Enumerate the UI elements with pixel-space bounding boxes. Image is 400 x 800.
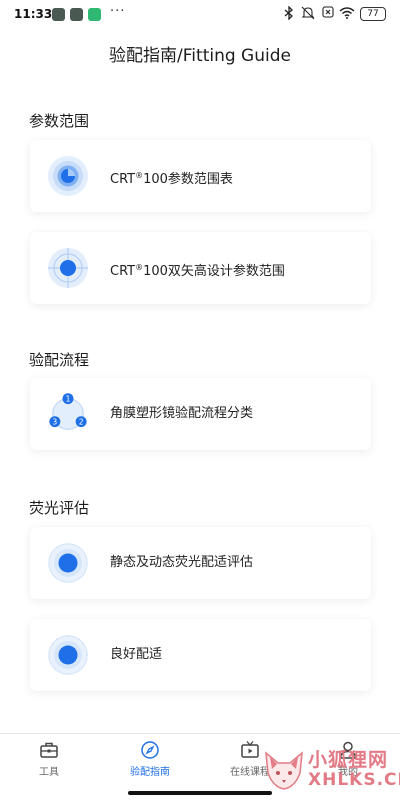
card-label: 良好配适	[110, 647, 163, 662]
step-2-label: 2	[79, 417, 84, 426]
toolbox-icon	[40, 742, 58, 758]
crt100-dual-sag-parameter-card[interactable]: CRT®100双矢高设计参数范围	[30, 232, 371, 304]
card-label: 角膜塑形镜验配流程分类	[110, 406, 254, 421]
section-title-fitting-process: 验配流程	[29, 351, 90, 369]
page-title: 验配指南/Fitting Guide	[109, 46, 291, 66]
crt100-parameter-table-card[interactable]: CRT®100参数范围表	[30, 140, 371, 212]
crosshair-circle-icon	[48, 248, 88, 288]
nav-label: 验配指南	[130, 767, 170, 778]
bluetooth-icon	[284, 6, 293, 20]
sim-icon	[322, 6, 334, 18]
watermark-title: 小狐狸网	[308, 749, 389, 771]
status-bar: 11:33 ··· 77	[0, 0, 400, 30]
card-label: CRT®100参数范围表	[110, 171, 233, 187]
fluorescein-icon	[48, 543, 88, 583]
section-title-fluorescein-evaluation: 荧光评估	[29, 499, 90, 517]
watermark: 小狐狸网 XHLKS.CN	[262, 745, 400, 795]
watermark-subtitle: XHLKS.CN	[308, 770, 400, 790]
good-fit-card[interactable]: 良好配适	[30, 619, 371, 691]
tv-play-icon	[241, 741, 259, 758]
section-title-parameter-range: 参数范围	[29, 112, 90, 130]
app-notification-icon	[88, 8, 101, 21]
card-label: 静态及动态荧光配适评估	[110, 555, 254, 570]
process-cycle-icon: 1 2 3	[49, 393, 87, 430]
compass-icon	[141, 741, 159, 759]
battery-icon: 77	[360, 7, 386, 21]
step-1-label: 1	[66, 394, 71, 403]
app-notification-icon	[70, 8, 83, 21]
status-time: 11:33	[14, 7, 53, 21]
wifi-icon	[339, 7, 355, 19]
app-notification-icon	[52, 8, 65, 21]
fluorescein-icon	[48, 635, 88, 675]
mute-icon	[301, 6, 315, 20]
step-3-label: 3	[52, 417, 57, 426]
home-indicator	[128, 791, 272, 795]
static-dynamic-fluorescein-card[interactable]: 静态及动态荧光配适评估	[30, 527, 371, 599]
fox-logo-icon	[265, 751, 303, 790]
card-label: CRT®100双矢高设计参数范围	[110, 263, 285, 279]
concentric-circle-icon	[48, 156, 88, 196]
nav-item-tools[interactable]: 工具	[9, 740, 89, 778]
more-notifications-indicator: ···	[110, 4, 126, 19]
fitting-process-classification-card[interactable]: 1 2 3 角膜塑形镜验配流程分类	[30, 378, 371, 450]
nav-label: 工具	[39, 767, 59, 778]
nav-item-fitting-guide[interactable]: 验配指南	[110, 740, 190, 778]
